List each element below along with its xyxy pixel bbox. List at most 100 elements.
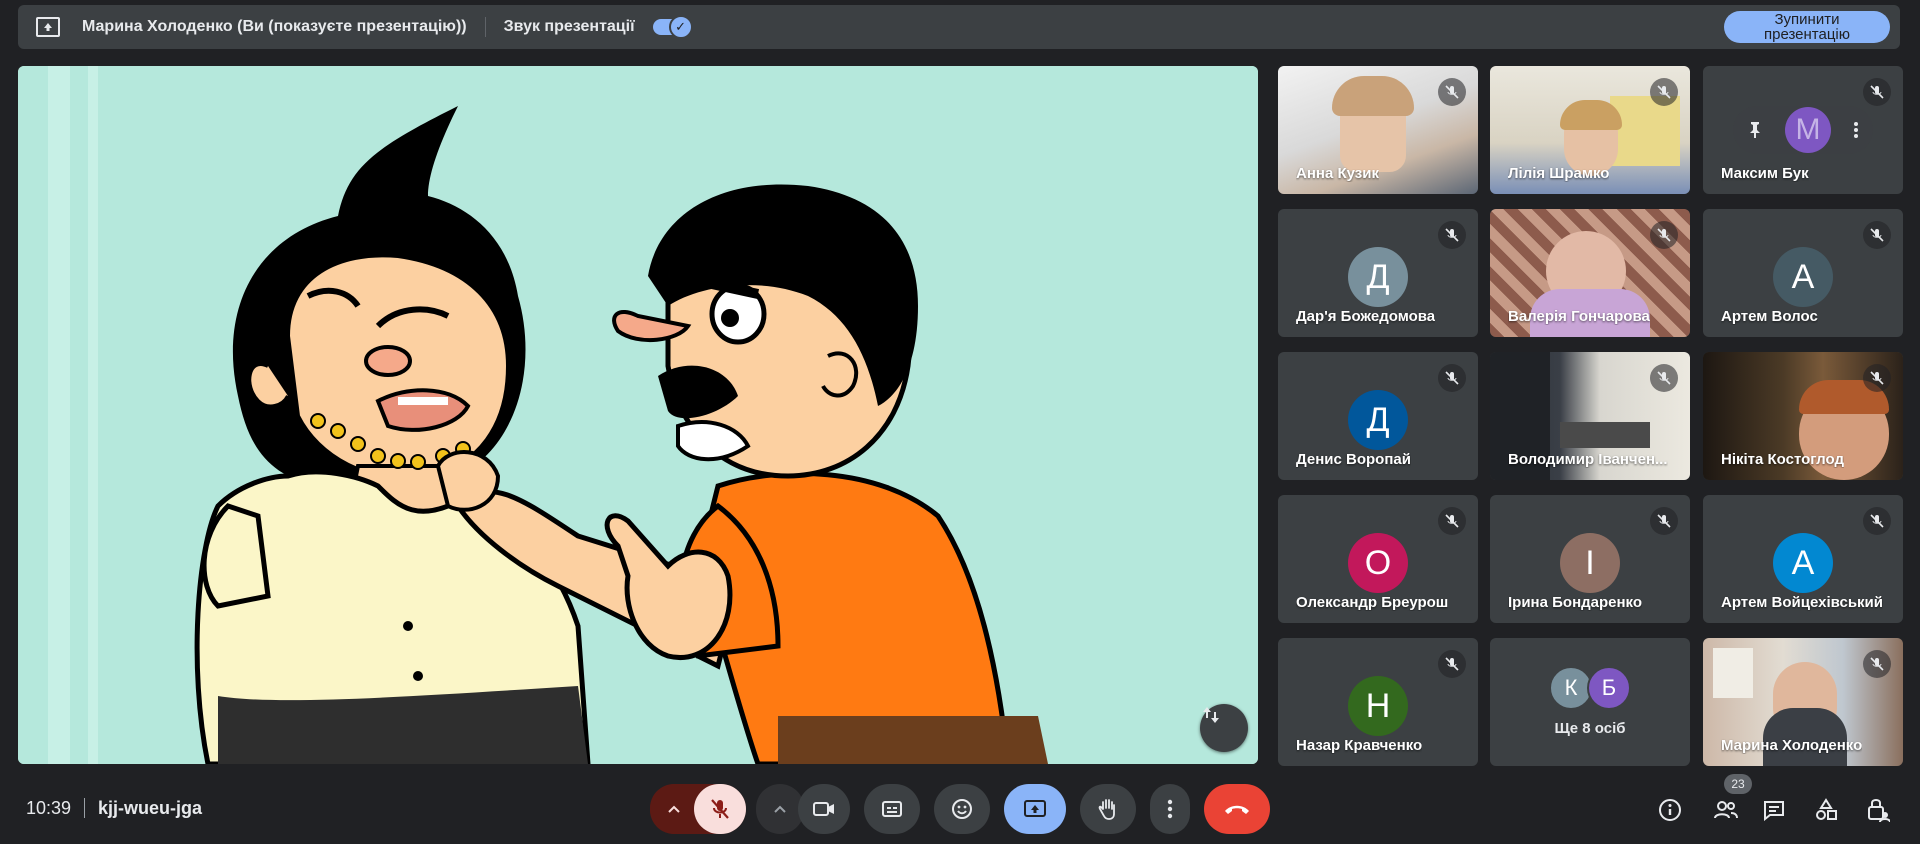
- presenting-bar: Марина Холоденко (Ви (показуєте презента…: [18, 5, 1900, 49]
- more-participants-label: Ще 8 осіб: [1554, 720, 1626, 737]
- divider: [484, 17, 486, 37]
- more-participants-tile[interactable]: К Б Ще 8 осіб: [1490, 638, 1690, 766]
- swap-icon: [1203, 707, 1219, 723]
- chevron-up-icon: [774, 805, 786, 813]
- more-options-icon[interactable]: [1853, 121, 1859, 139]
- host-controls-button[interactable]: [1864, 796, 1892, 824]
- mic-off-icon: [1438, 507, 1466, 535]
- chat-icon: [1764, 801, 1784, 821]
- participant-tile[interactable]: А Артем Войцехівський: [1703, 495, 1903, 623]
- people-count-badge: 23: [1724, 774, 1752, 794]
- more-avatars: К Б: [1549, 666, 1631, 710]
- participant-name: Артем Войцехівський: [1721, 594, 1884, 611]
- camera-icon: [813, 802, 834, 816]
- people-icon: [1714, 801, 1738, 819]
- mic-off-icon: [1863, 78, 1891, 106]
- presentation-sound-toggle[interactable]: ✓: [652, 15, 693, 39]
- participant-tile[interactable]: О Олександр Бреурош: [1278, 495, 1478, 623]
- reactions-button[interactable]: [934, 784, 990, 834]
- participant-tile[interactable]: Д Дар'я Божедомова: [1278, 209, 1478, 337]
- divider: [84, 798, 85, 818]
- pin-icon[interactable]: [1747, 121, 1763, 139]
- mic-toggle-button[interactable]: [694, 784, 746, 834]
- meeting-info-button[interactable]: [1656, 796, 1684, 824]
- avatar: Д: [1348, 390, 1408, 450]
- avatar: Д: [1348, 247, 1408, 307]
- more-options-button[interactable]: [1150, 784, 1190, 834]
- mic-off-icon: [1438, 650, 1466, 678]
- participant-tile[interactable]: І Ірина Бондаренко: [1490, 495, 1690, 623]
- avatar: А: [1773, 533, 1833, 593]
- participant-name: Нікіта Костоглод: [1721, 451, 1844, 468]
- presenter-label: Марина Холоденко (Ви (показуєте презента…: [82, 18, 467, 35]
- raise-hand-button[interactable]: [1080, 784, 1136, 834]
- participant-tile[interactable]: Н Назар Кравченко: [1278, 638, 1478, 766]
- mic-off-icon: [1863, 507, 1891, 535]
- present-screen-icon: [36, 17, 60, 37]
- participant-tile[interactable]: А Артем Волос: [1703, 209, 1903, 337]
- check-icon: ✓: [668, 15, 693, 39]
- participant-name: Максим Бук: [1721, 165, 1809, 182]
- mic-off-icon: [1650, 221, 1678, 249]
- avatar: Б: [1587, 666, 1631, 710]
- lock-person-icon: [1868, 799, 1890, 823]
- participant-tile[interactable]: Лілія Шрамко: [1490, 66, 1690, 194]
- mic-off-icon: [1650, 78, 1678, 106]
- hang-up-icon: [1225, 805, 1249, 814]
- mic-off-icon: [1650, 364, 1678, 392]
- participant-tile[interactable]: Д Денис Воропай: [1278, 352, 1478, 480]
- shapes-icon: [1816, 798, 1837, 820]
- camera-options-button[interactable]: [756, 784, 804, 834]
- presentation-view: [18, 66, 1258, 764]
- chevron-up-icon: [668, 805, 680, 813]
- mic-off-icon: [711, 799, 729, 819]
- avatar: І: [1560, 533, 1620, 593]
- participant-tile[interactable]: Володимир Іванчен...: [1490, 352, 1690, 480]
- activities-button[interactable]: [1812, 796, 1840, 824]
- leave-call-button[interactable]: [1204, 784, 1270, 834]
- swap-layout-button[interactable]: [1200, 704, 1248, 752]
- participant-tile[interactable]: Анна Кузик: [1278, 66, 1478, 194]
- avatar: M: [1785, 107, 1831, 153]
- participant-tile[interactable]: Нікіта Костоглод: [1703, 352, 1903, 480]
- camera-toggle-button[interactable]: [798, 784, 850, 834]
- avatar: А: [1773, 247, 1833, 307]
- mic-off-icon: [1438, 364, 1466, 392]
- mic-off-icon: [1863, 650, 1891, 678]
- participant-tile[interactable]: M Максим Бук: [1703, 66, 1903, 194]
- mic-off-icon: [1438, 78, 1466, 106]
- mic-off-icon: [1650, 507, 1678, 535]
- mic-off-icon: [1863, 364, 1891, 392]
- meeting-code: kjj-wueu-jga: [98, 798, 203, 818]
- people-button[interactable]: [1712, 796, 1740, 824]
- cartoon-slide-image: [18, 66, 1258, 764]
- mic-options-button[interactable]: [650, 784, 698, 834]
- info-icon: [1659, 799, 1681, 821]
- participant-name: Назар Кравченко: [1296, 737, 1423, 754]
- self-tile[interactable]: Марина Холоденко: [1703, 638, 1903, 766]
- participant-name: Олександр Бреурош: [1296, 594, 1449, 611]
- meeting-time: 10:39: [26, 798, 72, 818]
- captions-icon: [882, 801, 902, 817]
- chat-button[interactable]: [1760, 796, 1788, 824]
- participant-name: Валерія Гончарова: [1508, 308, 1650, 325]
- bottom-control-bar: 10:39 kjj-wueu-jga 23: [0, 774, 1920, 844]
- mic-off-icon: [1863, 221, 1891, 249]
- participant-name: Артем Волос: [1721, 308, 1818, 325]
- hand-icon: [1098, 799, 1115, 820]
- stop-presenting-button[interactable]: Зупинити презентацію: [1724, 11, 1890, 43]
- participant-name: Володимир Іванчен...: [1508, 451, 1668, 468]
- present-now-button[interactable]: [1004, 784, 1066, 834]
- participant-name: Ірина Бондаренко: [1508, 594, 1643, 611]
- participant-tile[interactable]: Валерія Гончарова: [1490, 209, 1690, 337]
- participant-name: Денис Воропай: [1296, 451, 1411, 468]
- more-vert-icon: [1167, 799, 1173, 819]
- avatar: О: [1348, 533, 1408, 593]
- captions-button[interactable]: [864, 784, 920, 834]
- tile-hover-controls: M: [1733, 106, 1873, 154]
- participant-name: Дар'я Божедомова: [1296, 308, 1436, 325]
- present-screen-icon: [1024, 800, 1046, 817]
- participant-name: Анна Кузик: [1296, 165, 1379, 182]
- participant-name: Лілія Шрамко: [1508, 165, 1610, 182]
- emoji-icon: [952, 799, 972, 819]
